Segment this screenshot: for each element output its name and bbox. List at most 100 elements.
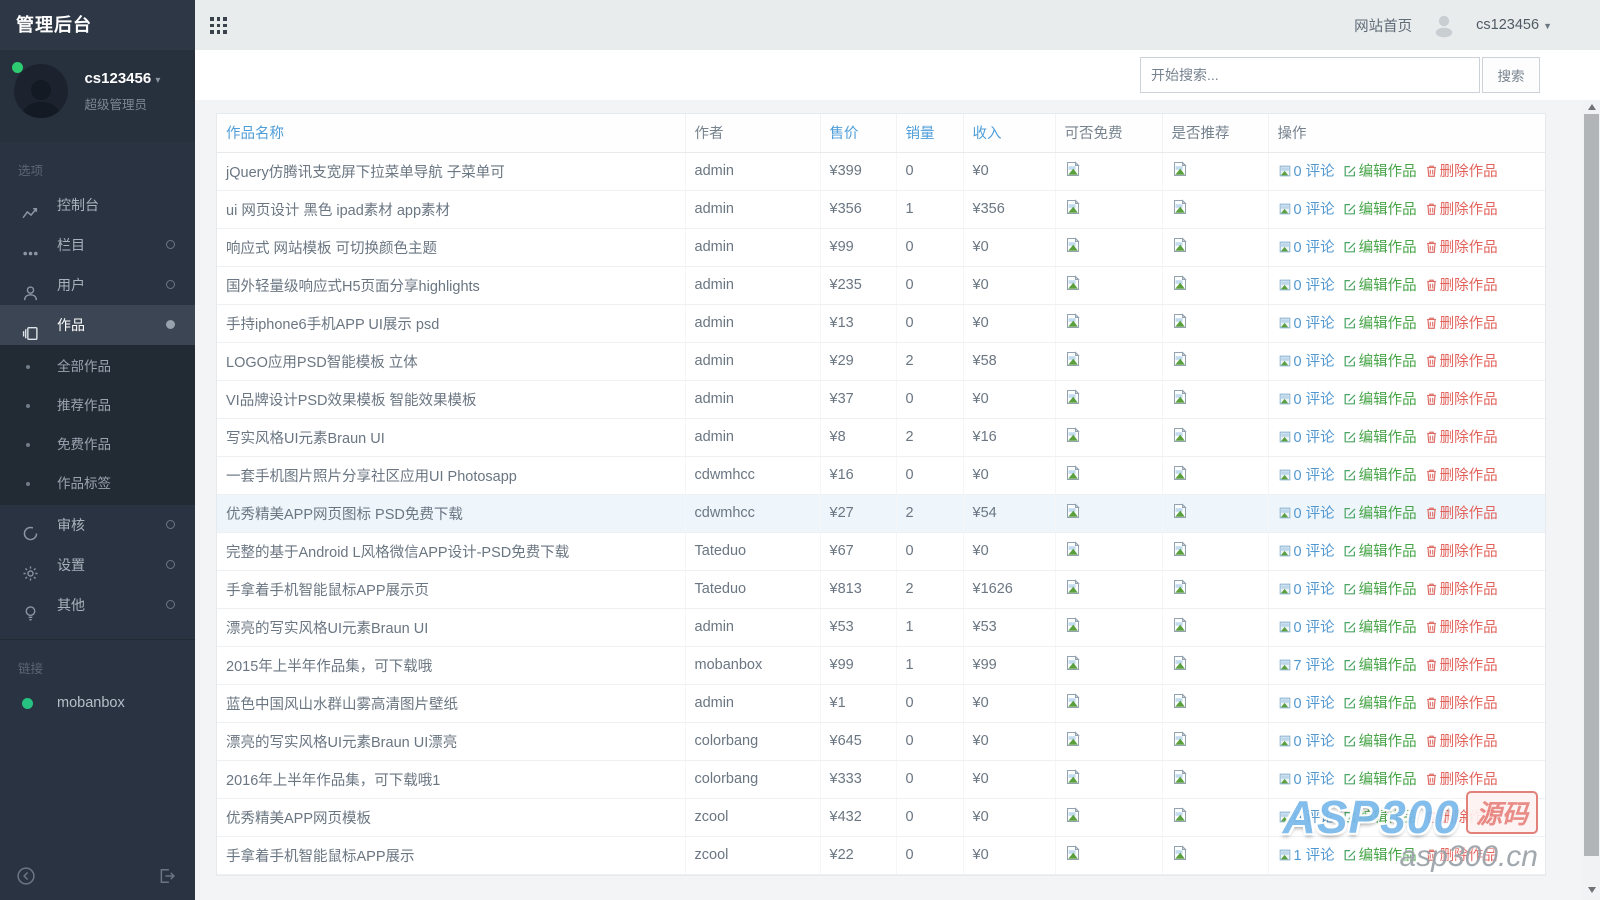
edit-work-link[interactable]: 编辑作品	[1343, 164, 1421, 180]
delete-work-link[interactable]: 删除作品	[1425, 164, 1498, 180]
broken-image-icon[interactable]	[1065, 313, 1081, 333]
delete-work-link[interactable]: 删除作品	[1425, 430, 1498, 446]
broken-image-icon[interactable]	[1172, 313, 1188, 333]
edit-work-link[interactable]: 编辑作品	[1343, 468, 1421, 484]
broken-image-icon[interactable]	[1065, 275, 1081, 295]
broken-image-icon[interactable]	[1065, 237, 1081, 257]
search-button[interactable]: 搜索	[1482, 57, 1540, 93]
sidebar-subitem-recommended-works[interactable]: 推荐作品	[0, 386, 195, 425]
sidebar-item-columns[interactable]: 栏目	[0, 225, 195, 265]
delete-work-link[interactable]: 删除作品	[1425, 278, 1498, 294]
broken-image-icon[interactable]	[1065, 769, 1081, 789]
table-row[interactable]: 一套手机图片照片分享社区应用UI Photosapp cdwmhcc ¥16 0…	[217, 456, 1545, 494]
broken-image-icon[interactable]	[1172, 845, 1188, 865]
sidebar-item-settings[interactable]: 设置	[0, 545, 195, 585]
comments-link[interactable]: 0 评论	[1278, 316, 1339, 332]
delete-work-link[interactable]: 删除作品	[1425, 316, 1498, 332]
broken-image-icon[interactable]	[1172, 731, 1188, 751]
edit-work-link[interactable]: 编辑作品	[1343, 430, 1421, 446]
edit-work-link[interactable]: 编辑作品	[1343, 316, 1421, 332]
delete-work-link[interactable]: 删除作品	[1425, 240, 1498, 256]
sidebar-subitem-work-tags[interactable]: 作品标签	[0, 464, 195, 503]
table-row[interactable]: 写实风格UI元素Braun UI admin ¥8 2 ¥16	[217, 418, 1545, 456]
table-row[interactable]: jQuery仿腾讯支宽屏下拉菜单导航 子菜单可 admin ¥399 0 ¥0	[217, 152, 1545, 190]
comments-link[interactable]: 0 评论	[1278, 506, 1339, 522]
comments-link[interactable]: 0 评论	[1278, 696, 1339, 712]
table-row[interactable]: 国外轻量级响应式H5页面分享highlights admin ¥235 0 ¥0	[217, 266, 1545, 304]
sidebar-item-review[interactable]: 审核	[0, 505, 195, 545]
edit-work-link[interactable]: 编辑作品	[1343, 772, 1421, 788]
delete-work-link[interactable]: 删除作品	[1425, 468, 1498, 484]
delete-work-link[interactable]: 删除作品	[1425, 658, 1498, 674]
comments-link[interactable]: 0 评论	[1278, 810, 1339, 826]
edit-work-link[interactable]: 编辑作品	[1343, 734, 1421, 750]
edit-work-link[interactable]: 编辑作品	[1343, 506, 1421, 522]
comments-link[interactable]: 0 评论	[1278, 240, 1339, 256]
broken-image-icon[interactable]	[1172, 503, 1188, 523]
table-row[interactable]: 手持iphone6手机APP UI展示 psd admin ¥13 0 ¥0	[217, 304, 1545, 342]
edit-work-link[interactable]: 编辑作品	[1343, 354, 1421, 370]
apps-grid-icon[interactable]	[210, 17, 227, 34]
column-header[interactable]: 作品名称	[217, 114, 685, 152]
table-row[interactable]: 手拿着手机智能鼠标APP展示 zcool ¥22 0 ¥0	[217, 836, 1545, 874]
delete-work-link[interactable]: 删除作品	[1425, 620, 1498, 636]
comments-link[interactable]: 1 评论	[1278, 848, 1339, 864]
broken-image-icon[interactable]	[1065, 731, 1081, 751]
scrollbar-thumb[interactable]	[1584, 114, 1599, 856]
broken-image-icon[interactable]	[1065, 845, 1081, 865]
delete-work-link[interactable]: 删除作品	[1425, 734, 1498, 750]
delete-work-link[interactable]: 删除作品	[1425, 696, 1498, 712]
search-input[interactable]	[1140, 57, 1480, 93]
table-row[interactable]: 2016年上半年作品集，可下载哦1 colorbang ¥333 0 ¥0	[217, 760, 1545, 798]
edit-work-link[interactable]: 编辑作品	[1343, 278, 1421, 294]
table-row[interactable]: 漂亮的写实风格UI元素Braun UI漂亮 colorbang ¥645 0 ¥…	[217, 722, 1545, 760]
site-home-link[interactable]: 网站首页	[1354, 15, 1412, 36]
broken-image-icon[interactable]	[1065, 199, 1081, 219]
edit-work-link[interactable]: 编辑作品	[1343, 696, 1421, 712]
table-row[interactable]: 蓝色中国风山水群山雾高清图片壁纸 admin ¥1 0 ¥0	[217, 684, 1545, 722]
broken-image-icon[interactable]	[1065, 579, 1081, 599]
broken-image-icon[interactable]	[1172, 541, 1188, 561]
column-header[interactable]: 收入	[963, 114, 1055, 152]
comments-link[interactable]: 0 评论	[1278, 468, 1339, 484]
broken-image-icon[interactable]	[1172, 617, 1188, 637]
table-row[interactable]: 完整的基于Android L风格微信APP设计-PSD免费下载 Tateduo …	[217, 532, 1545, 570]
broken-image-icon[interactable]	[1172, 769, 1188, 789]
sidebar-subitem-all-works[interactable]: 全部作品	[0, 347, 195, 386]
scroll-down-arrow[interactable]	[1583, 882, 1600, 896]
comments-link[interactable]: 0 评论	[1278, 544, 1339, 560]
delete-work-link[interactable]: 删除作品	[1425, 582, 1498, 598]
table-row[interactable]: 响应式 网站模板 可切换颜色主题 admin ¥99 0 ¥0	[217, 228, 1545, 266]
edit-work-link[interactable]: 编辑作品	[1343, 848, 1421, 864]
broken-image-icon[interactable]	[1065, 465, 1081, 485]
delete-work-link[interactable]: 删除作品	[1425, 810, 1498, 826]
user-dropdown[interactable]: cs123456 ▼	[1476, 17, 1552, 33]
broken-image-icon[interactable]	[1065, 617, 1081, 637]
edit-work-link[interactable]: 编辑作品	[1343, 240, 1421, 256]
table-row[interactable]: 漂亮的写实风格UI元素Braun UI admin ¥53 1 ¥53	[217, 608, 1545, 646]
scroll-up-arrow[interactable]	[1583, 100, 1600, 114]
table-row[interactable]: 优秀精美APP网页图标 PSD免费下载 cdwmhcc ¥27 2 ¥54	[217, 494, 1545, 532]
broken-image-icon[interactable]	[1172, 465, 1188, 485]
sidebar-link-mobanbox[interactable]: mobanbox	[0, 683, 195, 723]
column-header[interactable]: 售价	[820, 114, 896, 152]
delete-work-link[interactable]: 删除作品	[1425, 772, 1498, 788]
sidebar-item-users[interactable]: 用户	[0, 265, 195, 305]
sidebar-item-dashboard[interactable]: 控制台	[0, 185, 195, 225]
comments-link[interactable]: 0 评论	[1278, 354, 1339, 370]
broken-image-icon[interactable]	[1172, 427, 1188, 447]
edit-work-link[interactable]: 编辑作品	[1343, 810, 1421, 826]
broken-image-icon[interactable]	[1065, 389, 1081, 409]
sidebar-item-other[interactable]: 其他	[0, 585, 195, 625]
edit-work-link[interactable]: 编辑作品	[1343, 658, 1421, 674]
broken-image-icon[interactable]	[1172, 237, 1188, 257]
broken-image-icon[interactable]	[1065, 503, 1081, 523]
broken-image-icon[interactable]	[1065, 541, 1081, 561]
broken-image-icon[interactable]	[1172, 275, 1188, 295]
edit-work-link[interactable]: 编辑作品	[1343, 582, 1421, 598]
comments-link[interactable]: 7 评论	[1278, 658, 1339, 674]
table-row[interactable]: 手拿着手机智能鼠标APP展示页 Tateduo ¥813 2 ¥1626	[217, 570, 1545, 608]
column-header[interactable]: 销量	[896, 114, 963, 152]
sidebar-subitem-free-works[interactable]: 免费作品	[0, 425, 195, 464]
comments-link[interactable]: 0 评论	[1278, 734, 1339, 750]
